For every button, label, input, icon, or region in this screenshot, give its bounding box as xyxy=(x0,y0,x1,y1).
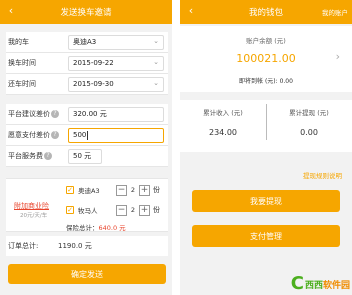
my-account-link[interactable]: 我的账户 xyxy=(322,7,348,17)
confirm-send-button[interactable]: 确定发送 xyxy=(8,264,166,284)
exchange-time-row[interactable]: 换车时间 2015-09-22 ⌄ xyxy=(6,53,168,74)
back-icon[interactable]: ‹ xyxy=(184,3,198,19)
chevron-down-icon: ⌄ xyxy=(153,36,159,45)
watermark-text-green: 西西 xyxy=(304,280,323,291)
withdraw-rules-link[interactable]: 提现规则说明 xyxy=(303,170,342,180)
top-bar: ‹ 发送换车邀请 xyxy=(0,0,172,24)
exchange-time-value: 2015-09-22 xyxy=(73,59,114,67)
balance-value: 100021.00 xyxy=(236,52,296,65)
suggested-diff-label-wrap: 平台建议差价? xyxy=(6,109,68,119)
my-car-value: 奥迪A3 xyxy=(73,38,97,46)
order-total-label: 订单总计: xyxy=(8,242,39,250)
question-icon[interactable]: ? xyxy=(44,152,52,160)
return-time-row[interactable]: 还车时间 2015-09-30 ⌄ xyxy=(6,74,168,95)
return-time-value: 2015-09-30 xyxy=(73,80,114,88)
suggested-diff-label: 平台建议差价 xyxy=(8,110,50,118)
chevron-down-icon: ⌄ xyxy=(153,78,159,87)
suggested-diff-row: 平台建议差价? 320.00 元 xyxy=(6,104,168,125)
my-car-row[interactable]: 我的车 奥迪A3 ⌄ xyxy=(6,32,168,53)
total-withdraw-stat: 累计提现 (元) 0.00 xyxy=(266,100,352,152)
service-fee-label: 平台服务费 xyxy=(8,152,43,160)
balance-label: 账户余额 (元) xyxy=(246,37,286,45)
checkbox-checked-icon[interactable]: ✓ xyxy=(66,206,74,214)
plus-icon[interactable]: + xyxy=(139,204,150,216)
plus-icon[interactable]: + xyxy=(139,184,150,196)
total-withdraw-value: 0.00 xyxy=(300,128,318,137)
watermark-c-icon: C xyxy=(290,273,304,294)
quantity-stepper: − 2 + xyxy=(116,184,150,196)
order-total-value: 1190.0 元 xyxy=(58,242,92,250)
return-time-label: 还车时间 xyxy=(8,80,36,88)
pay-diff-row: 愿意支付差价? 500 xyxy=(6,125,168,146)
my-car-select[interactable]: 奥迪A3 ⌄ xyxy=(68,34,164,50)
question-icon[interactable]: ? xyxy=(51,110,59,118)
insurance-total-value: 640.0 元 xyxy=(98,224,126,232)
copies-unit: 份 xyxy=(153,186,160,194)
order-total-row: 订单总计: 1190.0 元 xyxy=(6,236,168,256)
exchange-time-label: 换车时间 xyxy=(8,59,36,67)
watermark-text-orange: 软件园 xyxy=(322,280,350,291)
service-fee-label-wrap: 平台服务费? xyxy=(6,151,68,161)
insurance-link[interactable]: 附加商业险 xyxy=(14,201,49,211)
copies-unit: 份 xyxy=(153,206,160,214)
insurance-item-name: 牧马人 xyxy=(78,207,98,215)
minus-icon[interactable]: − xyxy=(116,204,127,216)
chevron-down-icon: ⌄ xyxy=(153,57,159,66)
insurance-box: 附加商业险 20元/天/车 ✓ 奥迪A3 − 2 + 份 ✓ 牧马人 − 2 +… xyxy=(6,178,168,232)
quantity-value[interactable]: 2 xyxy=(127,186,139,194)
checkbox-checked-icon[interactable]: ✓ xyxy=(66,186,74,194)
total-withdraw-label: 累计提现 (元) xyxy=(289,109,329,117)
send-exchange-invite-screen: ‹ 发送换车邀请 我的车 奥迪A3 ⌄ 换车时间 2015-09-22 ⌄ 还车… xyxy=(0,0,172,295)
suggested-diff-value: 320.00 元 xyxy=(73,110,107,118)
top-bar: ‹ 我的钱包 我的账户 xyxy=(180,0,352,24)
insurance-item: ✓ 牧马人 − 2 + 份 xyxy=(66,203,160,217)
my-car-label: 我的车 xyxy=(8,38,29,46)
watermark-text: 西西软件园 xyxy=(305,278,350,291)
question-icon[interactable]: ? xyxy=(51,131,59,139)
page-title: 发送换车邀请 xyxy=(60,8,112,18)
chevron-right-icon[interactable]: › xyxy=(336,50,340,63)
payment-management-button[interactable]: 支付管理 xyxy=(192,225,340,247)
pay-diff-label: 愿意支付差价 xyxy=(8,131,50,139)
total-income-value: 234.00 xyxy=(209,128,237,137)
my-wallet-screen: ‹ 我的钱包 我的账户 账户余额 (元) 100021.00 › 即将到帐 (元… xyxy=(180,0,352,295)
pay-diff-value: 500 xyxy=(73,131,87,139)
pay-diff-label-wrap: 愿意支付差价? xyxy=(6,130,68,140)
total-income-label: 累计收入 (元) xyxy=(203,109,243,117)
minus-icon[interactable]: − xyxy=(116,184,127,196)
watermark-logo: C 西西软件园 xyxy=(291,275,350,293)
back-icon[interactable]: ‹ xyxy=(4,3,18,19)
service-fee-value: 50 元 xyxy=(73,152,92,160)
insurance-unit: 20元/天/车 xyxy=(20,213,48,219)
quantity-value[interactable]: 2 xyxy=(127,206,139,214)
total-income-stat: 累计收入 (元) 234.00 xyxy=(180,100,266,152)
service-fee-field: 50 元 xyxy=(68,148,102,164)
insurance-item-name: 奥迪A3 xyxy=(78,187,100,195)
suggested-diff-field: 320.00 元 xyxy=(68,106,164,122)
service-fee-row: 平台服务费? 50 元 xyxy=(6,146,168,167)
pending-amount: 即将到帐 (元): 0.00 xyxy=(239,78,293,85)
balance-card[interactable]: 账户余额 (元) 100021.00 › 即将到帐 (元): 0.00 xyxy=(180,26,352,92)
text-cursor xyxy=(87,130,89,140)
insurance-total: 保险总计：640.0 元 xyxy=(66,222,126,232)
pay-diff-input[interactable]: 500 xyxy=(68,127,164,143)
withdraw-button[interactable]: 我要提现 xyxy=(192,190,340,212)
insurance-item: ✓ 奥迪A3 − 2 + 份 xyxy=(66,183,160,197)
return-time-select[interactable]: 2015-09-30 ⌄ xyxy=(68,76,164,92)
page-title: 我的钱包 xyxy=(248,8,283,18)
exchange-time-select[interactable]: 2015-09-22 ⌄ xyxy=(68,55,164,71)
stats-panel: 累计收入 (元) 234.00 累计提现 (元) 0.00 xyxy=(180,100,352,152)
insurance-total-label: 保险总计： xyxy=(66,224,99,232)
quantity-stepper: − 2 + xyxy=(116,204,150,216)
